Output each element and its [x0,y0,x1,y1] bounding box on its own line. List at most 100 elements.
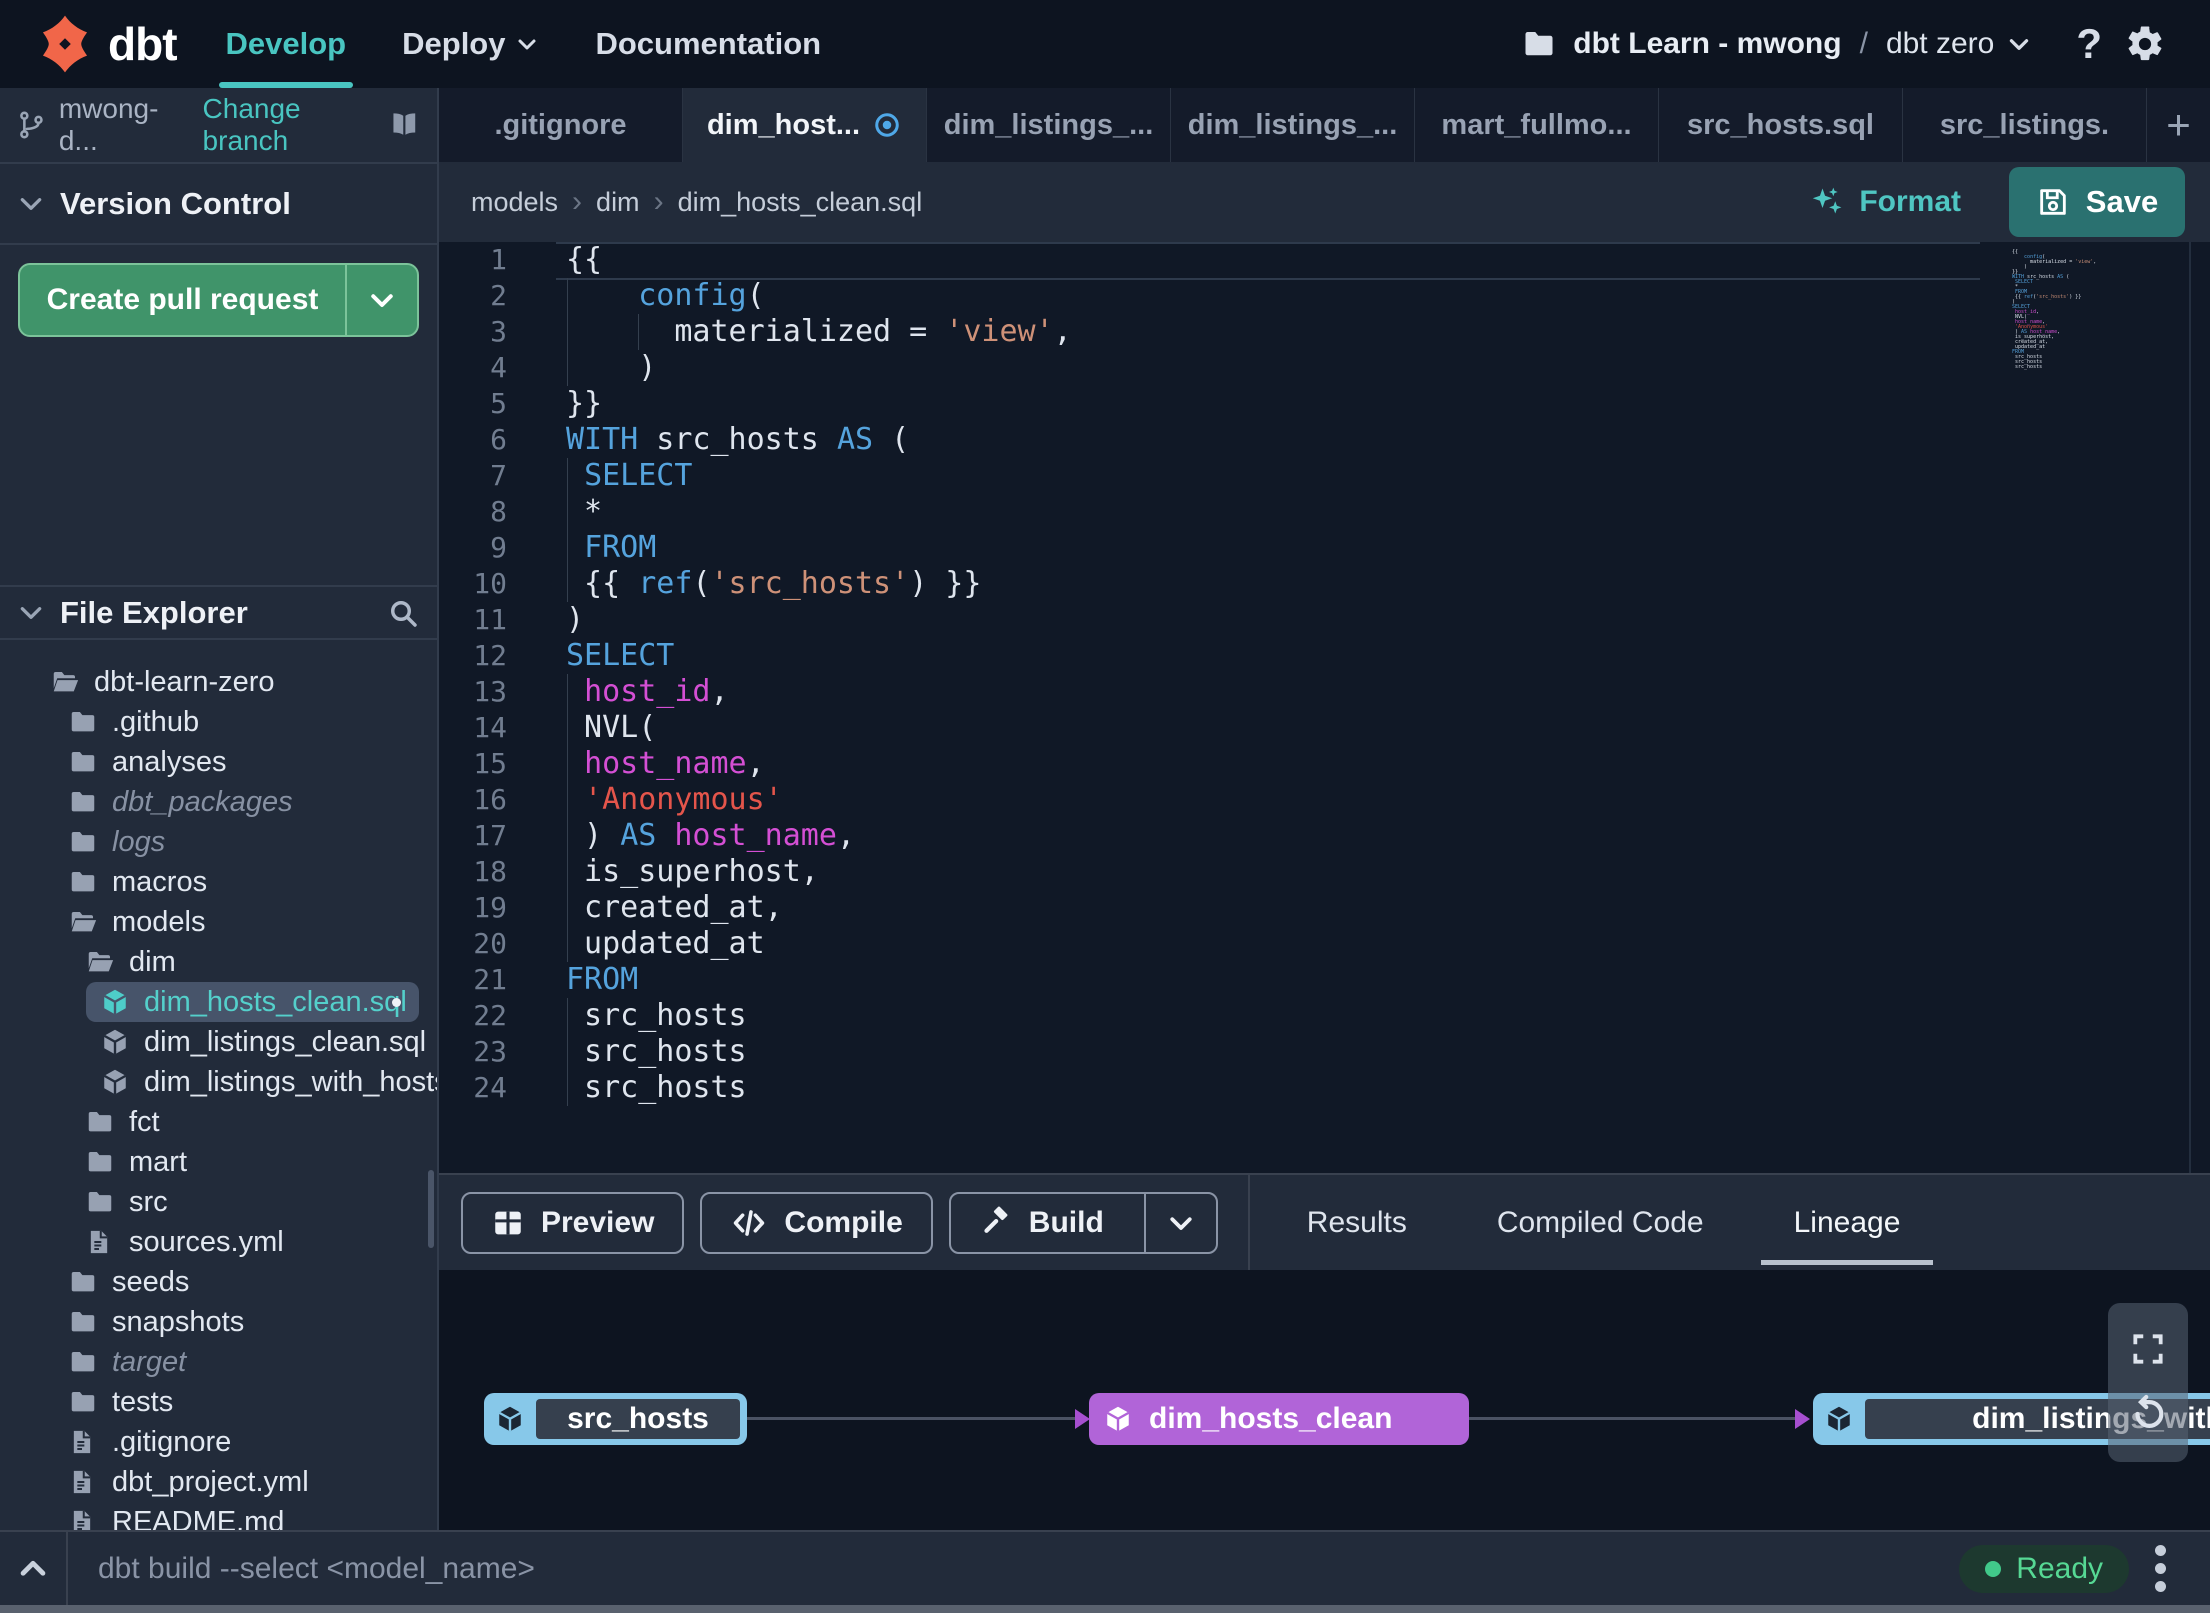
preview-button[interactable]: Preview [461,1191,685,1254]
file-tab-dim-listings-[interactable]: dim_listings_... [1171,88,1415,162]
version-control-body: Create pull request [0,245,437,585]
cube-icon [495,1404,525,1434]
tree-item-snapshots[interactable]: snapshots [0,1302,437,1342]
tree-item-fct[interactable]: fct [0,1102,437,1142]
lineage-node-src-hosts[interactable]: src_hosts [484,1393,747,1445]
build-button[interactable]: Build [948,1191,1218,1254]
new-tab-button[interactable]: + [2147,88,2210,162]
code-text: ) [566,602,585,637]
build-dropdown[interactable] [1143,1193,1216,1252]
nav-deploy[interactable]: Deploy [387,0,554,88]
tree-item-dbt-project-yml[interactable]: dbt_project.yml [0,1462,437,1502]
tree-item-mart[interactable]: mart [0,1142,437,1182]
file-tab-mart-fullmo-[interactable]: mart_fullmo... [1415,88,1659,162]
file-tab--gitignore[interactable]: .gitignore [439,88,683,162]
editor-minimap[interactable]: {{ config( materialized = 'view', )}} WIT… [2012,250,2182,370]
tree-item-dbt-learn-zero[interactable]: dbt-learn-zero [0,662,437,702]
fullscreen-icon[interactable] [2129,1330,2167,1368]
command-input[interactable]: dbt build --select <model_name> [98,1552,535,1586]
breadcrumb-item[interactable]: models [471,187,558,218]
file-tab-src-listings-[interactable]: src_listings. [1903,88,2147,162]
breadcrumb-item[interactable]: dim [596,187,640,218]
line-number: 1 [490,243,507,276]
tree-item-target[interactable]: target [0,1342,437,1382]
code-line-13: 13 host_id, [439,674,2210,710]
panel-tab-lineage[interactable]: Lineage [1749,1175,1946,1270]
breadcrumb-item[interactable]: dim_hosts_clean.sql [678,187,923,218]
branch-name: mwong-d... [58,93,159,156]
version-control-header[interactable]: Version Control [0,162,437,245]
code-line-7: 7 SELECT [439,458,2210,494]
chevron-down-icon [20,197,42,210]
compile-button[interactable]: Compile [700,1191,933,1254]
file-tab-dim-host-[interactable]: dim_host... [683,88,927,162]
file-icon [68,1467,98,1497]
collapse-command-bar-button[interactable] [0,1532,68,1605]
dbt-logo[interactable]: dbt [36,15,178,73]
kebab-menu-icon[interactable] [2155,1545,2166,1592]
tree-item-models[interactable]: models [0,902,437,942]
lineage-node-dim-hosts-clean[interactable]: dim_hosts_clean [1089,1393,1469,1445]
lineage-node-label: dim_hosts_clean [1149,1402,1393,1435]
code-text: FROM [566,962,639,997]
tree-item-analyses[interactable]: analyses [0,742,437,782]
project-selector[interactable]: dbt Learn - mwong / dbt zero [1521,26,2032,62]
tree-item-tests[interactable]: tests [0,1382,437,1422]
dbt-cloud-ide: dbt Develop Deploy Documentation dbt Lea… [0,0,2210,1613]
file-tab-dim-listings-[interactable]: dim_listings_... [927,88,1171,162]
tree-item-macros[interactable]: macros [0,862,437,902]
button-label: Preview [541,1205,655,1239]
save-button[interactable]: Save [2009,167,2185,237]
nav-develop[interactable]: Develop [211,0,362,88]
gear-icon[interactable] [2124,23,2166,65]
code-line-22: 22 src_hosts [439,998,2210,1034]
create-pull-request-dropdown[interactable] [345,265,417,335]
version-control-title: Version Control [60,185,291,221]
primary-nav: Develop Deploy Documentation [211,0,863,88]
lineage-node-label: src_hosts [536,1399,740,1439]
create-pull-request-button[interactable]: Create pull request [18,263,419,337]
refresh-icon[interactable] [2127,1393,2169,1435]
project-name: dbt Learn - mwong [1573,27,1842,60]
panel-actions: Preview Compile Build [461,1191,1234,1254]
tree-item-label: dim_hosts_clean.sql [144,985,407,1018]
code-editor[interactable]: 1{{2 config(3 materialized = 'view', 4 ) 5… [439,242,2210,1173]
search-icon[interactable] [387,597,419,629]
code-line-9: 9 FROM [439,530,2210,566]
file-explorer-header[interactable]: File Explorer [0,585,437,640]
change-branch-link[interactable]: Change branch [203,93,377,157]
tree-item--github[interactable]: .github [0,702,437,742]
environment-selector[interactable]: dbt zero [1886,27,2032,61]
file-tab-label: src_hosts.sql [1687,108,1874,141]
tree-item-dim[interactable]: dim [0,942,437,982]
tree-item-sources-yml[interactable]: sources.yml [0,1222,437,1262]
topnav-right: dbt Learn - mwong / dbt zero ? [1521,20,2210,68]
file-tab-label: .gitignore [494,108,627,141]
panel-tab-results[interactable]: Results [1262,1175,1452,1270]
docs-book-icon[interactable] [388,108,421,142]
nav-documentation[interactable]: Documentation [580,0,836,88]
tree-item-src[interactable]: src [0,1182,437,1222]
panel-tab-compiled-code[interactable]: Compiled Code [1452,1175,1749,1270]
status-badge: Ready [1959,1544,2129,1593]
tree-item-dim-listings-clean-sql[interactable]: dim_listings_clean.sql [0,1022,437,1062]
help-icon[interactable]: ? [2076,20,2102,68]
lineage-canvas[interactable]: src_hostsdim_hosts_cleandim_listings_wit… [439,1270,2210,1530]
file-tab-src-hosts-sql[interactable]: src_hosts.sql [1659,88,1903,162]
tree-item-logs[interactable]: logs [0,822,437,862]
tree-item-label: dbt_project.yml [112,1465,309,1498]
format-button[interactable]: Format [1809,184,1961,220]
folder-icon [68,867,98,897]
code-line-3: 3 materialized = 'view', [439,314,2210,350]
tree-item--gitignore[interactable]: .gitignore [0,1422,437,1462]
tree-item-seeds[interactable]: seeds [0,1262,437,1302]
sparkles-icon [1813,187,1842,214]
tree-item-dbt-packages[interactable]: dbt_packages [0,782,437,822]
tree-item-readme-md[interactable]: README.md [0,1502,437,1530]
sidebar-scrollbar[interactable] [428,1170,434,1248]
tree-item-dim-listings-with-hosts-[interactable]: dim_listings_with_hosts... [0,1062,437,1102]
tree-item-dim-hosts-clean-sql[interactable]: dim_hosts_clean.sql [0,982,437,1022]
line-number: 4 [490,351,507,384]
code-text: NVL( [566,710,657,746]
code-line-14: 14 NVL( [439,710,2210,746]
